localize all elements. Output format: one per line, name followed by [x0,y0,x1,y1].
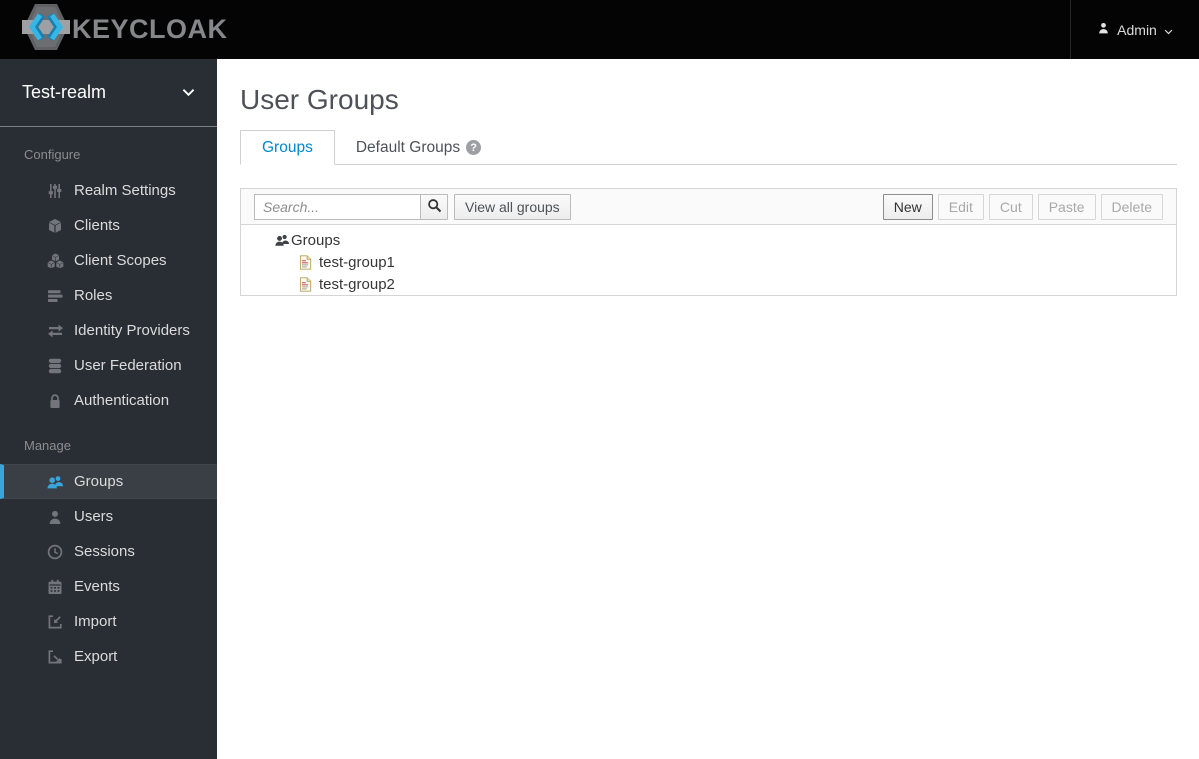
groups-toolbar: View all groups New Edit Cut Paste Delet… [240,188,1177,225]
import-icon [45,614,65,630]
export-icon [45,649,65,665]
sliders-icon [45,183,65,199]
users-icon [45,474,65,490]
sidebar-item-client-scopes[interactable]: Client Scopes [0,243,217,278]
paste-button[interactable]: Paste [1037,193,1096,220]
help-icon[interactable] [466,140,482,155]
sidebar-item-label: Export [74,648,118,665]
groups-tree-panel: Groups test-group1 test-group2 [240,224,1177,296]
section-title-configure: Configure [24,147,81,162]
sidebar: Test-realm Configure Realm Settings Clie… [0,59,217,759]
edit-button[interactable]: Edit [937,193,984,220]
sidebar-item-label: Users [74,508,114,525]
users-group-icon [274,233,290,247]
user-icon [45,509,65,525]
sidebar-item-clients[interactable]: Clients [0,208,217,243]
tab-label: Default Groups [355,138,461,156]
admin-menu[interactable]: Admin [1070,0,1199,59]
chevron-down-icon [182,84,195,102]
tree-node-groups-root[interactable]: Groups [241,229,1176,251]
sidebar-item-export[interactable]: Export [0,639,217,674]
calendar-icon [45,579,65,595]
admin-label: Admin [1117,21,1157,38]
sidebar-item-realm-settings[interactable]: Realm Settings [0,173,217,208]
caret-down-icon [1164,22,1173,38]
cube-icon [45,218,65,234]
file-icon [299,276,312,292]
sidebar-item-label: Import [74,613,117,630]
list-icon [45,288,65,304]
section-title-manage: Manage [24,438,71,453]
sidebar-item-label: Authentication [74,392,170,409]
tree-node-label: Groups [291,231,341,249]
sidebar-item-label: Groups [74,473,124,490]
sidebar-item-sessions[interactable]: Sessions [0,534,217,569]
file-icon [299,254,312,270]
sidebar-item-label: Sessions [74,543,135,560]
sidebar-item-user-federation[interactable]: User Federation [0,348,217,383]
realm-name: Test-realm [22,82,107,102]
top-navbar: KEYCLOAK Admin [0,0,1199,59]
tab-groups[interactable]: Groups [240,130,335,165]
search-button[interactable] [420,193,448,220]
page-title: User Groups [240,84,399,115]
tab-default-groups[interactable]: Default Groups [335,130,502,165]
lock-icon [45,393,65,409]
tree-node-label: test-group2 [319,275,395,293]
sidebar-item-users[interactable]: Users [0,499,217,534]
keycloak-hexagon-icon [22,1,70,58]
realm-selector[interactable]: Test-realm [0,59,217,127]
search-input[interactable] [254,193,421,220]
sidebar-item-label: Identity Providers [74,322,190,339]
clock-icon [45,544,65,560]
sidebar-item-identity-providers[interactable]: Identity Providers [0,313,217,348]
tab-bar: Groups Default Groups [240,130,1177,165]
cut-button[interactable]: Cut [988,193,1033,220]
sidebar-item-label: User Federation [74,357,182,374]
sidebar-item-label: Client Scopes [74,252,167,269]
sidebar-item-label: Realm Settings [74,182,176,199]
brand-title: KEYCLOAK [72,14,228,44]
new-button[interactable]: New [882,193,933,220]
sidebar-item-label: Events [74,578,120,595]
user-icon [1097,21,1110,38]
sidebar-item-label: Roles [74,287,113,304]
tree-node-label: test-group1 [319,253,395,271]
sidebar-item-import[interactable]: Import [0,604,217,639]
sidebar-item-authentication[interactable]: Authentication [0,383,217,418]
delete-button[interactable]: Delete [1100,193,1163,220]
tab-label: Groups [262,138,313,156]
tree-node-test-group1[interactable]: test-group1 [241,251,1176,273]
keycloak-logo: KEYCLOAK [22,3,228,56]
exchange-icon [45,323,65,339]
main-content: User Groups Groups Default Groups View a… [217,59,1199,759]
sidebar-item-groups[interactable]: Groups [0,464,217,499]
view-all-groups-button[interactable]: View all groups [454,193,571,220]
cubes-icon [45,253,65,269]
search-icon [427,198,442,216]
database-icon [45,358,65,374]
sidebar-item-events[interactable]: Events [0,569,217,604]
sidebar-item-roles[interactable]: Roles [0,278,217,313]
sidebar-item-label: Clients [74,217,120,234]
tree-node-test-group2[interactable]: test-group2 [241,273,1176,295]
